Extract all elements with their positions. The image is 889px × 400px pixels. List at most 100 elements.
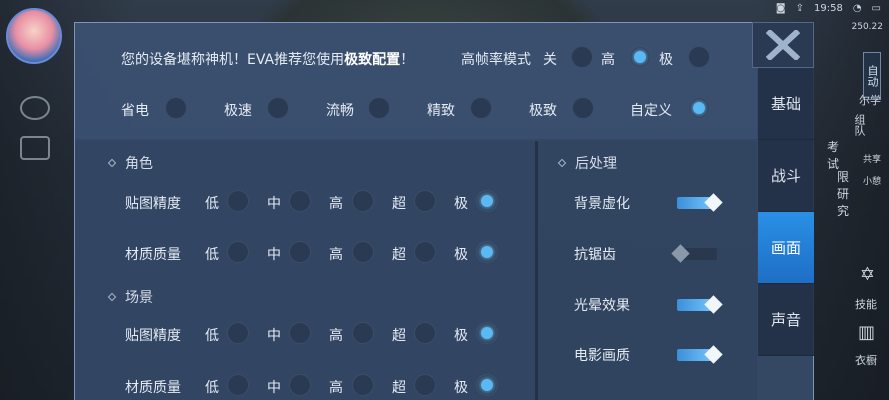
preset-label: 极致 <box>529 103 557 119</box>
option-label: 中 <box>267 247 281 263</box>
char-texture-radio-mid[interactable] <box>289 190 311 212</box>
scene-material-radio-low[interactable] <box>227 374 249 396</box>
tab-combat[interactable]: 战斗 <box>758 140 814 212</box>
preset-label: 省电 <box>121 103 149 119</box>
char-material-radio-low[interactable] <box>227 241 249 263</box>
settings-tabs: 基础 战斗 画面 声音 <box>758 68 814 400</box>
preset-radio-custom[interactable] <box>688 97 710 119</box>
upload-icon: ⇪ <box>795 3 804 14</box>
hud-text: 共享 <box>862 155 881 165</box>
toggle-label: 电影画质 <box>574 348 630 364</box>
preset-label: 自定义 <box>630 103 672 119</box>
hud-text[interactable]: 组队 <box>851 114 867 136</box>
char-texture-radio-high[interactable] <box>352 190 374 212</box>
toggle-label: 背景虚化 <box>574 196 630 212</box>
post-title-text: 后处理 <box>575 156 617 172</box>
post-processing-section <box>538 141 757 400</box>
option-label: 低 <box>205 380 219 396</box>
eye-icon[interactable] <box>20 96 50 120</box>
scene-texture-radio-high[interactable] <box>352 322 374 344</box>
char-texture-radio-low[interactable] <box>227 190 249 212</box>
row-label: 材质质量 <box>125 247 181 263</box>
recommend-prefix: 您的设备堪称神机！EVA推荐您使用 <box>121 52 345 68</box>
option-label: 低 <box>205 247 219 263</box>
scene-material-radio-mid[interactable] <box>289 374 311 396</box>
camera-icon: ◙ <box>775 3 786 14</box>
preset-radio-extreme[interactable] <box>572 97 594 119</box>
option-label: 低 <box>205 328 219 344</box>
hud-text: 限研究 <box>836 170 849 218</box>
hud-text: 尔学 <box>859 94 881 107</box>
hfr-option-high-radio[interactable] <box>629 46 651 68</box>
preset-label: 精致 <box>427 103 455 119</box>
char-material-radio-mid[interactable] <box>289 241 311 263</box>
wardrobe-icon[interactable]: ▥ <box>858 322 875 343</box>
status-bar: ◙ ⇪ 19:58 ◔ ▭ <box>0 0 889 18</box>
hfr-option-max-radio[interactable] <box>688 46 710 68</box>
bloom-toggle[interactable] <box>677 295 723 314</box>
hfr-option-off-radio[interactable] <box>571 46 593 68</box>
hud-text: 考试 <box>826 140 839 171</box>
panel-top-area <box>75 23 757 139</box>
char-material-radio-max[interactable] <box>476 241 498 263</box>
scene-material-radio-high[interactable] <box>352 374 374 396</box>
close-button[interactable] <box>752 22 814 68</box>
antialias-toggle[interactable] <box>671 244 717 263</box>
character-section-title: 角色 <box>107 153 153 173</box>
scene-material-radio-max[interactable] <box>476 374 498 396</box>
preset-radio-smooth[interactable] <box>368 97 390 119</box>
option-label: 超 <box>392 196 406 212</box>
character-title-text: 角色 <box>125 156 153 172</box>
recommend-highlight[interactable]: 极致配置 <box>344 52 400 68</box>
skill-icon[interactable]: ✡ <box>860 264 875 285</box>
option-label: 中 <box>267 196 281 212</box>
preset-radio-power-saving[interactable] <box>165 97 187 119</box>
option-label: 极 <box>454 196 468 212</box>
option-label: 极 <box>454 380 468 396</box>
cinematic-toggle[interactable] <box>677 345 723 364</box>
preset-label: 流畅 <box>326 103 354 119</box>
hud-text[interactable]: 技能 <box>855 296 877 312</box>
hfr-option-off-label: 关 <box>543 52 557 68</box>
scene-texture-radio-mid[interactable] <box>289 322 311 344</box>
scene-texture-radio-ultra[interactable] <box>414 322 436 344</box>
option-label: 中 <box>267 380 281 396</box>
option-label: 中 <box>267 328 281 344</box>
toggle-label: 光晕效果 <box>574 298 630 314</box>
preset-radio-refined[interactable] <box>470 97 492 119</box>
option-label: 高 <box>329 196 343 212</box>
scene-title-text: 场景 <box>125 290 153 306</box>
char-material-radio-high[interactable] <box>352 241 374 263</box>
diamond-icon <box>107 158 117 168</box>
option-label: 极 <box>454 247 468 263</box>
option-label: 低 <box>205 196 219 212</box>
tab-sound[interactable]: 声音 <box>758 284 814 356</box>
scene-texture-radio-max[interactable] <box>476 322 498 344</box>
recommend-text: 您的设备堪称神机！EVA推荐您使用极致配置！ <box>121 49 414 69</box>
option-label: 超 <box>392 328 406 344</box>
preset-radio-fast[interactable] <box>267 97 289 119</box>
option-label: 高 <box>329 328 343 344</box>
player-avatar[interactable] <box>6 8 62 64</box>
hud-text[interactable]: 衣橱 <box>855 352 877 368</box>
char-texture-radio-max[interactable] <box>476 190 498 212</box>
option-label: 高 <box>329 247 343 263</box>
row-label: 贴图精度 <box>125 196 181 212</box>
row-label: 材质质量 <box>125 380 181 396</box>
tab-basic[interactable]: 基础 <box>758 68 814 140</box>
hud-text: 小憩 <box>862 177 881 187</box>
scene-section-title: 场景 <box>107 287 153 307</box>
hfr-option-high-label: 高 <box>601 52 615 68</box>
scene-material-radio-ultra[interactable] <box>414 374 436 396</box>
toggle-label: 抗锯齿 <box>574 247 616 263</box>
scene-texture-radio-low[interactable] <box>227 322 249 344</box>
bg-blur-toggle[interactable] <box>677 193 723 212</box>
hfr-option-max-label: 极 <box>659 52 673 68</box>
char-texture-radio-ultra[interactable] <box>414 190 436 212</box>
char-material-radio-ultra[interactable] <box>414 241 436 263</box>
row-label: 贴图精度 <box>125 328 181 344</box>
home-icon[interactable] <box>20 136 50 160</box>
option-label: 超 <box>392 247 406 263</box>
tab-graphics[interactable]: 画面 <box>758 212 814 284</box>
close-icon <box>766 30 800 60</box>
